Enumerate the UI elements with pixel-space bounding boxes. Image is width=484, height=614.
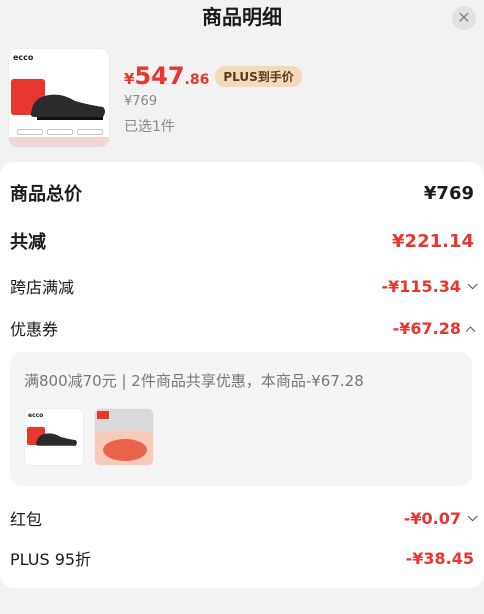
coupon-row[interactable]: 优惠券 -¥67.28 <box>10 316 476 340</box>
coupon-thumb-shoe[interactable]: ecco <box>24 408 84 466</box>
price-detail-panel: 商品总价 ¥769 共减 ¥221.14 跨店满减 -¥115.34 优惠券 -… <box>0 162 484 588</box>
coupon-detail-box: 满800减70元 | 2件商品共享优惠，本商品-¥67.28 ecco <box>10 352 472 486</box>
red-packet-value: -¥0.07 <box>403 508 478 528</box>
cross-store-row[interactable]: 跨店满减 -¥115.34 <box>10 274 478 298</box>
total-label: 商品总价 <box>10 184 82 205</box>
discount-label: 共减 <box>10 232 46 253</box>
total-value: ¥769 <box>423 182 474 204</box>
food-bowl-image <box>103 439 147 461</box>
cross-store-value: -¥115.34 <box>381 276 478 296</box>
brand-logo: ecco <box>13 53 34 62</box>
red-packet-label: 红包 <box>10 510 43 529</box>
red-packet-amount: -¥0.07 <box>403 508 461 528</box>
price-row: ¥ 547 .86 PLUS到手价 <box>124 62 302 90</box>
header: 商品明细 ✕ <box>0 0 484 40</box>
mini-shoe-image <box>36 433 77 446</box>
shoe-image <box>30 94 105 120</box>
total-row: 商品总价 ¥769 <box>10 180 474 206</box>
food-tag <box>97 411 109 419</box>
close-icon[interactable]: ✕ <box>452 6 476 30</box>
chevron-down-icon <box>467 510 478 521</box>
plus-discount-value: -¥38.45 <box>405 548 474 568</box>
coupon-thumb-food[interactable] <box>94 408 154 466</box>
plus-discount-label: PLUS 95折 <box>10 550 92 569</box>
thumbnail-footer <box>9 137 109 147</box>
red-packet-row[interactable]: 红包 -¥0.07 <box>10 506 478 530</box>
cross-store-label: 跨店满减 <box>10 278 75 297</box>
coupon-value: -¥67.28 <box>392 318 476 338</box>
chevron-up-icon <box>465 325 476 336</box>
plus-discount-row: PLUS 95折 -¥38.45 <box>10 546 474 570</box>
original-price: ¥769 <box>124 94 158 109</box>
selected-count: 已选1件 <box>124 119 175 135</box>
chevron-down-icon <box>467 278 478 289</box>
price-integer: 547 <box>134 62 185 90</box>
product-thumbnail[interactable]: ecco <box>8 48 110 148</box>
mini-brand-logo: ecco <box>28 412 44 419</box>
cross-store-amount: -¥115.34 <box>381 276 461 296</box>
coupon-amount: -¥67.28 <box>392 318 461 338</box>
price-decimal: .86 <box>184 72 210 88</box>
discount-value: ¥221.14 <box>392 230 474 252</box>
discount-row: 共减 ¥221.14 <box>10 228 474 254</box>
plus-price-badge: PLUS到手价 <box>215 66 302 87</box>
coupon-product-thumbs: ecco <box>24 408 154 466</box>
feature-strip <box>17 129 103 135</box>
coupon-description: 满800减70元 | 2件商品共享优惠，本商品-¥67.28 <box>24 372 364 390</box>
price-currency: ¥ <box>124 70 135 88</box>
coupon-label: 优惠券 <box>10 320 59 339</box>
page-title: 商品明细 <box>202 5 282 29</box>
product-card: ecco ¥ 547 .86 PLUS到手价 ¥769 已选1件 <box>8 48 476 152</box>
